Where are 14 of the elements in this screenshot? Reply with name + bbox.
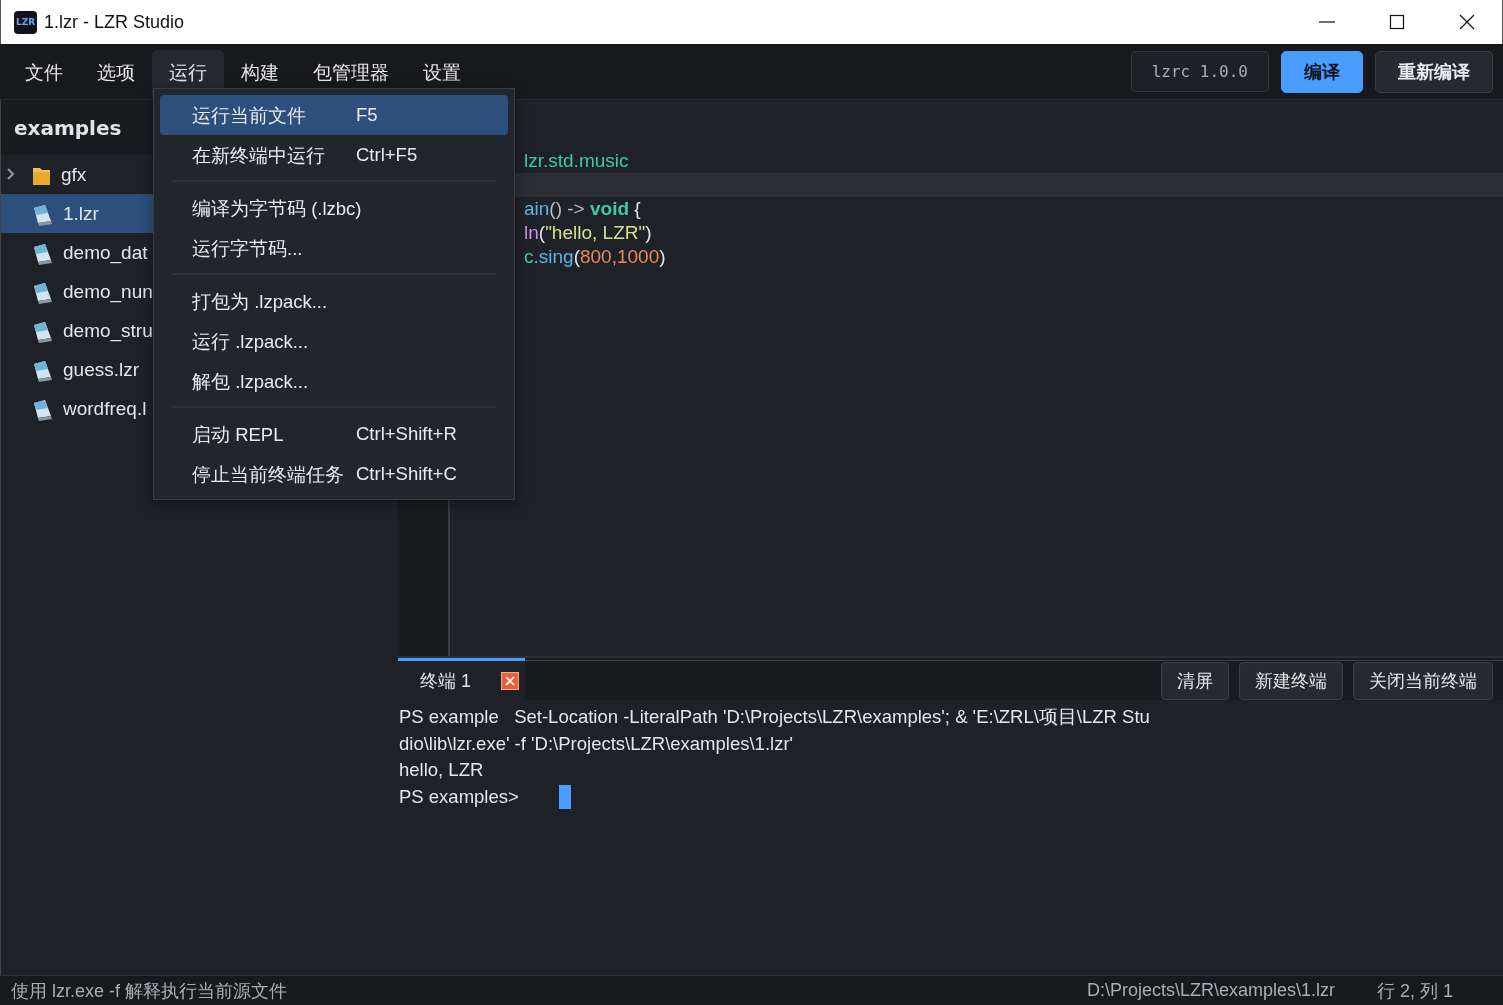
code-line: ain() -> void { bbox=[523, 197, 642, 221]
window-title: 1.lzr - LZR Studio bbox=[44, 11, 186, 33]
code-line: lzr.std.music bbox=[523, 149, 630, 173]
terminal-output: dio\lib\lzr.exe' -f 'D:\Projects\LZR\examples\1.lzr' bbox=[399, 732, 794, 754]
cursor-position: 行 2, 列 1 bbox=[1376, 979, 1453, 1003]
version-label: lzrc 1.0.0 bbox=[1130, 51, 1269, 92]
code-line: ln("hello, LZR") bbox=[523, 221, 653, 245]
terminal-output: PS example Set-Location -LiteralPath 'D:\Projects\LZR\examples'; & 'E:\ZRL\项目\LZR Stu bbox=[399, 706, 1150, 727]
terminal-prompt: PS examples> bbox=[399, 785, 519, 808]
status-message: 使用 lzr.exe -f 解释执行当前源文件 bbox=[11, 979, 288, 1003]
terminal-output: hello, LZR bbox=[399, 759, 484, 780]
code-line: c.sing(800,1000) bbox=[523, 245, 667, 269]
file-path: D:\Projects\LZR\examples\1.lzr bbox=[1086, 980, 1335, 1001]
app-logo: LZR bbox=[14, 10, 37, 34]
